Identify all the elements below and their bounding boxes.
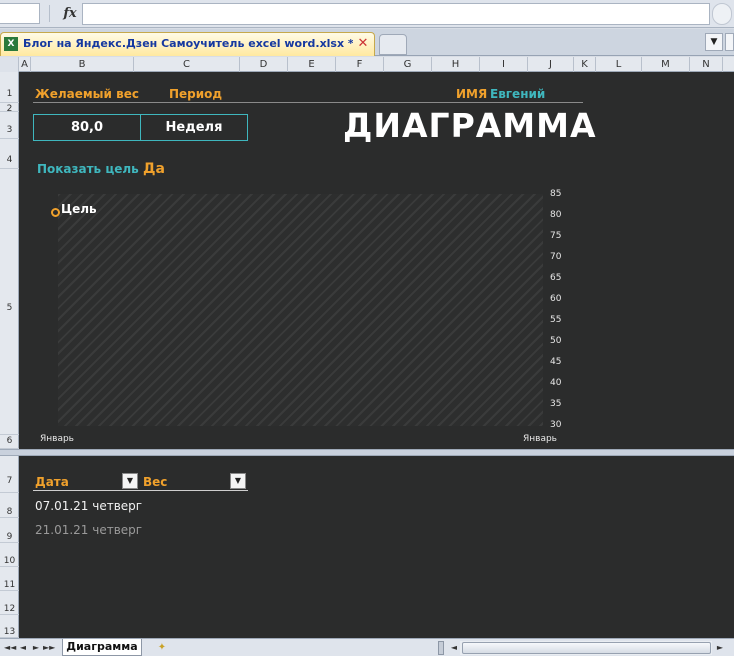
column-header[interactable]: K — [574, 57, 596, 72]
page-title: ДИАГРАММА — [343, 106, 597, 145]
scroll-right-button[interactable]: ► — [714, 641, 726, 655]
workbook-tab-bar: X Блог на Яндекс.Дзен Самоучитель excel … — [0, 29, 734, 56]
chart-plot-area[interactable] — [58, 194, 543, 426]
y-tick-label: 75 — [550, 231, 562, 241]
row-header[interactable]: 4 — [0, 139, 19, 169]
weight-filter-button[interactable]: ▼ — [230, 473, 246, 489]
y-tick-label: 50 — [550, 336, 562, 346]
x-tick-label: Январь — [40, 434, 74, 444]
insert-function-icon[interactable]: fx — [60, 4, 80, 24]
goal-annotation: Цель — [61, 202, 97, 216]
column-header[interactable]: F — [336, 57, 384, 72]
scroll-thumb[interactable] — [462, 642, 711, 654]
column-header[interactable]: L — [596, 57, 642, 72]
show-goal-value[interactable]: Да — [143, 161, 165, 177]
y-tick-label: 45 — [550, 357, 562, 367]
y-tick-label: 70 — [550, 252, 562, 262]
column-header[interactable]: H — [432, 57, 480, 72]
name-value[interactable]: Евгений — [490, 87, 545, 101]
scroll-split-handle[interactable] — [438, 641, 444, 655]
new-workbook-tab-button[interactable] — [379, 34, 407, 55]
column-header[interactable]: I — [480, 57, 528, 72]
row-header[interactable]: 13 — [0, 615, 19, 638]
horizontal-scrollbar[interactable]: ◄ ► — [438, 641, 734, 655]
workbook-title: Блог на Яндекс.Дзен Самоучитель excel wo… — [23, 37, 353, 50]
y-tick-label: 30 — [550, 420, 562, 430]
column-header[interactable]: B — [31, 57, 134, 72]
date-filter-button[interactable]: ▼ — [122, 473, 138, 489]
tab-bar-edge — [725, 33, 734, 51]
insert-sheet-icon[interactable]: ✦ — [152, 641, 172, 654]
expand-formula-bar-button[interactable] — [712, 3, 732, 25]
scroll-left-button[interactable]: ◄ — [448, 641, 460, 655]
next-sheet-button[interactable]: ► — [30, 641, 42, 654]
name-box[interactable] — [0, 3, 40, 24]
formula-bar: fx — [0, 0, 734, 28]
column-header[interactable]: E — [288, 57, 336, 72]
header-divider — [33, 102, 583, 103]
row-headers-bottom: 7 8 9 10 11 12 13 — [0, 456, 19, 638]
row-header[interactable]: 8 — [0, 493, 19, 518]
show-goal-label: Показать цель — [37, 162, 139, 176]
sheet-tab-bar: ◄◄ ◄ ► ►► Диаграмма ✦ ◄ ► — [0, 638, 734, 656]
row-header[interactable]: 7 — [0, 456, 19, 493]
table-row-date[interactable]: 21.01.21 четверг — [35, 523, 142, 537]
first-sheet-button[interactable]: ◄◄ — [4, 641, 16, 654]
y-tick-label: 40 — [550, 378, 562, 388]
last-sheet-button[interactable]: ►► — [43, 641, 55, 654]
y-tick-label: 80 — [550, 210, 562, 220]
date-column-header: Дата — [35, 475, 69, 489]
excel-file-icon: X — [4, 37, 18, 51]
x-tick-label: Январь — [523, 434, 557, 444]
column-header[interactable]: G — [384, 57, 432, 72]
prev-sheet-button[interactable]: ◄ — [17, 641, 29, 654]
workbook-tab[interactable]: X Блог на Яндекс.Дзен Самоучитель excel … — [0, 32, 375, 56]
column-header[interactable]: C — [134, 57, 240, 72]
column-headers: ABCDEFGHIJKLMN — [0, 57, 734, 72]
column-header[interactable]: M — [642, 57, 690, 72]
column-header[interactable]: A — [19, 57, 31, 72]
y-tick-label: 55 — [550, 315, 562, 325]
row-header[interactable]: 12 — [0, 591, 19, 615]
period-cell[interactable]: Неделя — [140, 114, 248, 141]
chevron-down-icon[interactable]: ▼ — [705, 33, 723, 51]
scroll-track[interactable] — [460, 641, 712, 655]
formula-bar-divider — [49, 5, 50, 22]
row-header[interactable]: 10 — [0, 543, 19, 567]
target-weight-label: Желаемый вес — [35, 87, 139, 101]
row-header[interactable]: 6 — [0, 435, 19, 449]
formula-input[interactable] — [82, 3, 710, 25]
sheet-tab-diagram[interactable]: Диаграмма — [62, 639, 142, 656]
y-tick-label: 65 — [550, 273, 562, 283]
y-tick-label: 35 — [550, 399, 562, 409]
y-tick-label: 60 — [550, 294, 562, 304]
row-header[interactable]: 11 — [0, 567, 19, 591]
row-header[interactable]: 5 — [0, 169, 19, 435]
target-weight-cell[interactable]: 80,0 — [33, 114, 141, 141]
row-headers-top: 123456 — [0, 72, 19, 449]
table-row-date[interactable]: 07.01.21 четверг — [35, 499, 142, 513]
weight-column-header: Вес — [143, 475, 168, 489]
pane-splitter[interactable] — [0, 449, 734, 456]
y-tick-label: 85 — [550, 189, 562, 199]
row-header[interactable]: 1 — [0, 72, 19, 103]
row-header[interactable]: 3 — [0, 109, 19, 139]
column-header[interactable]: J — [528, 57, 574, 72]
select-all-corner[interactable] — [0, 57, 19, 72]
close-icon[interactable]: ✕ — [355, 35, 371, 53]
goal-marker — [51, 208, 60, 217]
row-header[interactable]: 9 — [0, 518, 19, 543]
table-header-divider — [33, 490, 248, 491]
column-header[interactable]: N — [690, 57, 723, 72]
column-header[interactable]: D — [240, 57, 288, 72]
name-label: ИМЯ — [456, 87, 488, 101]
period-label: Период — [169, 87, 223, 101]
